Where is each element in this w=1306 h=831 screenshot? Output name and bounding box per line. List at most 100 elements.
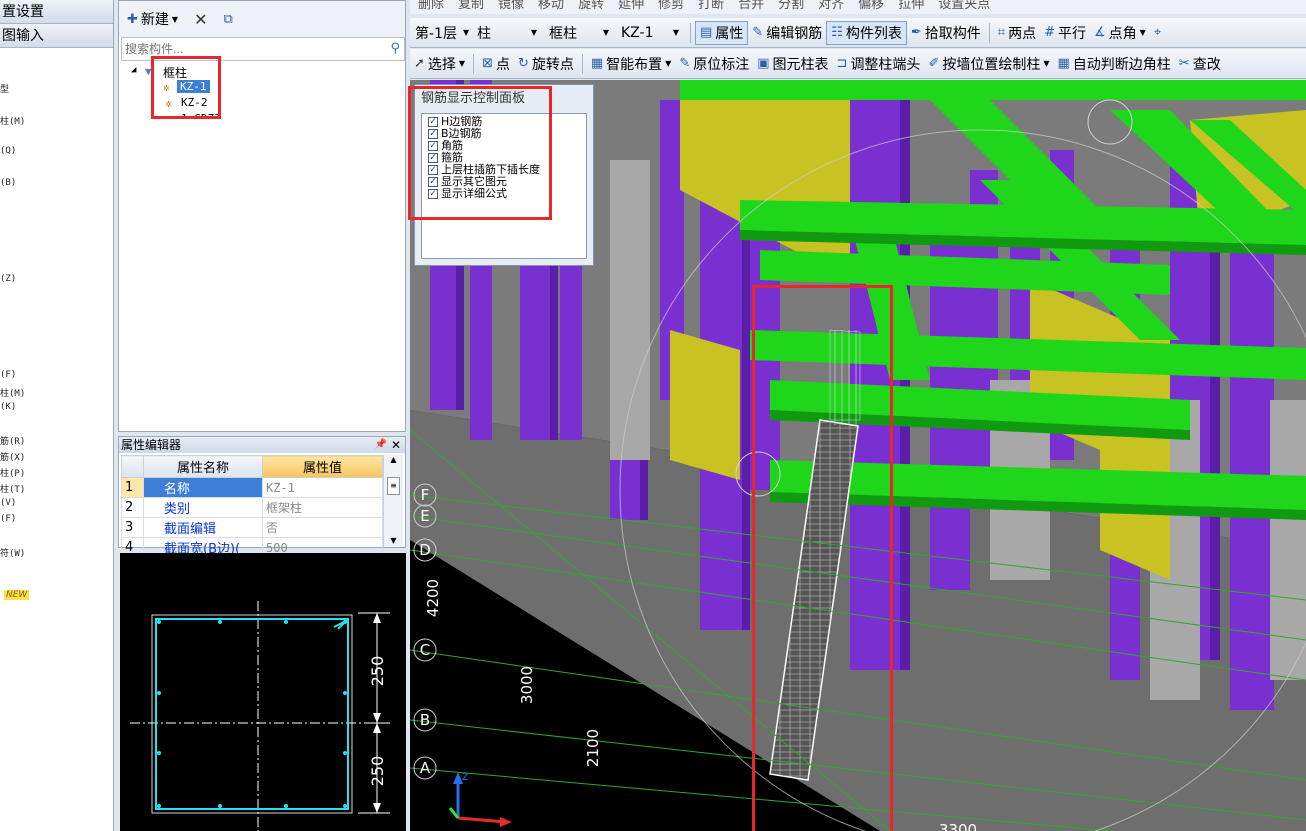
tree-root-frame-column[interactable]: 框柱 [163, 64, 187, 81]
dropdown-arrow-icon: ▼ [672, 28, 679, 37]
rotate-point-button[interactable]: ↻ 旋转点 [514, 52, 578, 76]
adjust-column-end-button[interactable]: ⊐ 调整柱端头 [833, 52, 925, 76]
toolbar-item[interactable]: 延伸 [618, 0, 644, 12]
nav-item[interactable]: 柱(M) [0, 386, 25, 399]
nav-item[interactable]: 筋(R) [0, 434, 25, 447]
toolbar-item[interactable]: 对齐 [818, 0, 844, 12]
draw-by-wall-button[interactable]: ✐ 按墙位置绘制柱 ▼ [924, 52, 1053, 76]
toolbar-item[interactable]: 拉伸 [898, 0, 924, 12]
property-editor-panel: 属性编辑器 📌 ✕ 属性名称 属性值 1 名称 KZ-1 2 类别 框架柱 3 … [118, 436, 406, 558]
nav-item[interactable]: (F) [0, 514, 16, 524]
component-list-button[interactable]: ☷ 构件列表 [826, 20, 907, 45]
floor-select[interactable]: 第-1层 ▼ [410, 22, 470, 44]
tree-collapse-icon[interactable]: ◢ [131, 65, 136, 75]
category-select[interactable]: 柱 ▼ [472, 22, 542, 44]
query-modify-label: 查改 [1192, 56, 1221, 73]
point-button[interactable]: ⊠ 点 [478, 52, 514, 76]
section-preview: 250 250 [120, 553, 406, 831]
toolbar-item[interactable]: 移动 [538, 0, 564, 12]
toolbar-item[interactable]: 修剪 [658, 0, 684, 12]
section-dim-top: 250 [368, 656, 387, 687]
tree-item-gdz3[interactable]: 1-GDZ3 [181, 112, 221, 119]
dimension-label: 4200 [424, 579, 442, 617]
delete-component-button[interactable]: ✕ [190, 7, 211, 31]
nav-header-settings[interactable]: 置设置 [0, 0, 113, 24]
checkbox-checked-icon[interactable]: ✓ [428, 129, 438, 139]
query-modify-button[interactable]: ✂ 查改 [1175, 52, 1225, 76]
component-select[interactable]: KZ-1 ▼ [616, 22, 684, 44]
toolbar-item[interactable]: 偏移 [858, 0, 884, 12]
nav-item[interactable]: 柱(P) [0, 466, 25, 479]
nav-item[interactable]: (K) [0, 402, 16, 412]
nav-item[interactable]: 筋(X) [0, 450, 25, 463]
property-table: 属性名称 属性值 1 名称 KZ-1 2 类别 框架柱 3 截面编辑 否 4 截… [121, 455, 383, 558]
tree-item-kz2[interactable]: KZ-2 [181, 96, 208, 109]
checkbox-checked-icon[interactable]: ✓ [428, 153, 438, 163]
edit-rebar-button[interactable]: ✎ 编辑钢筋 [748, 21, 826, 45]
point-angle-button[interactable]: ∡ 点角 ▼ [1090, 21, 1150, 45]
smart-layout-button[interactable]: ▦ 智能布置 ▼ [587, 52, 675, 76]
toolbar-item[interactable]: 删除 [418, 0, 444, 12]
dropdown-arrow-icon: ▼ [530, 28, 537, 37]
copy-component-button[interactable]: ⧉ [219, 7, 236, 31]
draw-icon: ⌖ [1153, 25, 1162, 40]
toolbar-item[interactable]: 镜像 [498, 0, 524, 12]
two-points-button[interactable]: ⌗ 两点 [994, 21, 1040, 45]
checkbox-checked-icon[interactable]: ✓ [428, 189, 438, 199]
tree-item-kz1[interactable]: KZ-1 [177, 80, 210, 93]
scroll-down-icon[interactable]: ▼ [384, 536, 403, 545]
pick-component-button[interactable]: ✒ 拾取构件 [907, 21, 985, 45]
in-situ-annotation-button[interactable]: ✎ 原位标注 [675, 52, 753, 76]
auto-corner-column-button[interactable]: ▦ 自动判断边角柱 [1054, 52, 1175, 76]
checkbox-checked-icon[interactable]: ✓ [428, 141, 438, 151]
toolbar-item[interactable]: 复制 [458, 0, 484, 12]
properties-button[interactable]: ▤ 属性 [695, 20, 749, 45]
nav-header-input[interactable]: 图输入 [0, 24, 113, 48]
nav-item[interactable]: (Q) [0, 146, 16, 156]
table-row[interactable]: 2 类别 框架柱 [121, 497, 383, 518]
grid-icon: ▦ [1057, 56, 1070, 71]
property-value[interactable]: 否 [262, 517, 383, 538]
toolbar-item[interactable]: 打断 [698, 0, 724, 12]
dropdown-arrow-icon: ▼ [1139, 28, 1146, 37]
toolbar-item[interactable]: 旋转 [578, 0, 604, 12]
pin-icon[interactable]: 📌 [375, 437, 387, 453]
table-row[interactable]: 3 截面编辑 否 [121, 517, 383, 538]
new-component-button[interactable]: ✚ 新建 ▼ [123, 7, 182, 31]
nav-item[interactable]: 型 [0, 82, 9, 95]
nav-item[interactable]: 柱(M) [0, 114, 25, 127]
close-icon[interactable]: ✕ [391, 437, 401, 453]
nav-item[interactable]: (F) [0, 370, 16, 380]
parallel-button[interactable]: # 平行 [1040, 21, 1090, 45]
component-list-label: 构件列表 [845, 25, 902, 42]
table-row[interactable]: 1 名称 KZ-1 [121, 477, 383, 498]
property-value[interactable]: 框架柱 [262, 497, 383, 518]
dropdown-arrow-icon: ▼ [462, 28, 470, 37]
nav-item[interactable]: (V) [0, 498, 16, 508]
rebar-option-detailed-formula[interactable]: ✓ 显示详细公式 [428, 188, 507, 200]
property-scrollbar[interactable]: ▲ ≡ ▼ [383, 455, 403, 547]
property-value[interactable]: KZ-1 [262, 477, 383, 498]
toolbar-item[interactable]: 分割 [778, 0, 804, 12]
nav-item[interactable]: (Z) [0, 274, 16, 284]
search-icon[interactable]: ⚲ [390, 41, 400, 56]
toolbar-item[interactable]: 设置夹点 [938, 0, 990, 12]
nav-item[interactable]: 柱(T) [0, 482, 25, 495]
select-button[interactable]: ➚ 选择 ▼ [410, 52, 469, 76]
checkbox-checked-icon[interactable]: ✓ [428, 117, 438, 127]
new-icon: ✚ [127, 11, 138, 27]
component-search-input[interactable] [122, 38, 374, 60]
in-situ-annotation-label: 原位标注 [693, 56, 750, 73]
toolbar-item[interactable]: 合并 [738, 0, 764, 12]
more-draw-button[interactable]: ⌖ [1150, 21, 1165, 45]
draw-by-wall-label: 按墙位置绘制柱 [942, 56, 1041, 73]
checkbox-checked-icon[interactable]: ✓ [428, 165, 438, 175]
scroll-up-icon[interactable]: ▲ [384, 455, 403, 464]
checkbox-checked-icon[interactable]: ✓ [428, 177, 438, 187]
property-editor-title-text: 属性编辑器 [121, 438, 182, 452]
nav-item[interactable]: (B) [0, 178, 16, 188]
column-table-button[interactable]: ▣ 图元柱表 [753, 52, 832, 76]
nav-item[interactable]: 符(W) [0, 546, 25, 559]
subcategory-select[interactable]: 框柱 ▼ [544, 22, 614, 44]
scroll-thumb[interactable]: ≡ [387, 477, 400, 495]
